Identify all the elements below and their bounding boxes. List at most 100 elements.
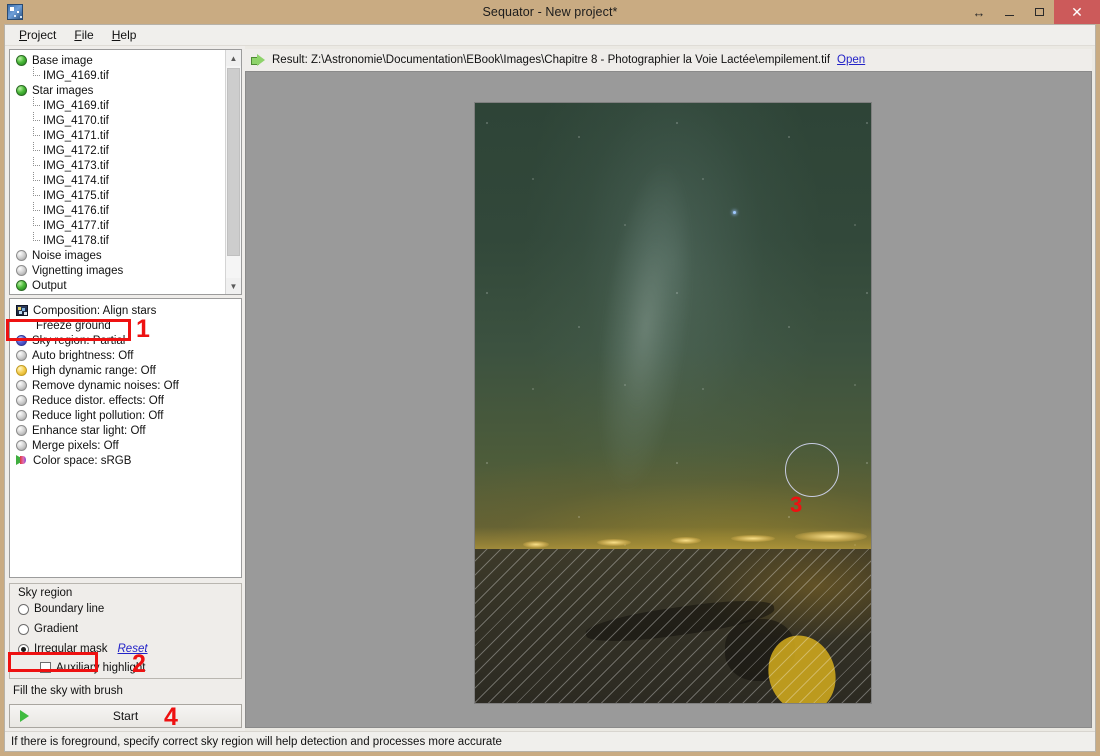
status-sphere-gray-icon: [16, 410, 27, 421]
menu-help[interactable]: Help: [104, 26, 145, 44]
city-light: [523, 541, 549, 548]
result-path-text: Result: Z:\Astronomie\Documentation\EBoo…: [272, 54, 831, 66]
option-reduce-distortion-effects[interactable]: Reduce distor. effects: Off: [10, 393, 241, 408]
status-sphere-gray-icon: [16, 265, 27, 276]
start-button[interactable]: Start: [9, 704, 242, 728]
tree-elbow-icon: [28, 142, 41, 158]
tree-elbow-icon: [28, 202, 41, 218]
annotation-number-4: 4: [164, 703, 178, 731]
option-merge-pixels[interactable]: Merge pixels: Off: [10, 438, 241, 453]
scroll-up-icon[interactable]: ▲: [226, 50, 241, 66]
menu-file[interactable]: File: [66, 26, 101, 44]
tree-node-star-images[interactable]: Star images: [10, 83, 225, 98]
option-auto-brightness[interactable]: Auto brightness: Off: [10, 348, 241, 363]
status-sphere-green-icon: [16, 55, 27, 66]
project-tree-panel: Base image IMG_4169.tif Star images IMG_…: [9, 49, 242, 295]
close-button[interactable]: ✕: [1054, 0, 1100, 24]
maximize-icon: [1034, 8, 1044, 16]
city-light: [795, 531, 867, 542]
resize-width-button[interactable]: ↔: [964, 0, 994, 24]
window-title: Sequator - New project*: [482, 5, 618, 19]
status-sphere-green-icon: [16, 280, 27, 291]
tree-item-star-2[interactable]: IMG_4171.tif: [10, 127, 225, 143]
option-enhance-star-light[interactable]: Enhance star light: Off: [10, 423, 241, 438]
status-sphere-gray-icon: [16, 350, 27, 361]
city-light: [731, 535, 775, 542]
annotation-number-1: 1: [136, 315, 150, 343]
tree-node-base-image[interactable]: Base image: [10, 53, 225, 68]
tree-item-star-4[interactable]: IMG_4173.tif: [10, 157, 225, 173]
arrow-right-icon: [251, 54, 265, 66]
status-sphere-green-icon: [16, 85, 27, 96]
application-window: Sequator - New project* ↔ ✕ Project File…: [0, 0, 1100, 756]
foreground-masked-region[interactable]: [475, 549, 871, 703]
option-remove-dynamic-noises[interactable]: Remove dynamic noises: Off: [10, 378, 241, 393]
radio-boundary-line[interactable]: Boundary line: [10, 599, 241, 619]
option-freeze-ground[interactable]: Freeze ground: [10, 318, 241, 333]
menu-bar: Project File Help: [5, 25, 1095, 46]
radio-irregular-mask[interactable]: Irregular mask Reset: [10, 639, 241, 659]
tree-item-base-img-4169[interactable]: IMG_4169.tif: [10, 67, 225, 83]
tree-elbow-icon: [28, 172, 41, 188]
color-space-icon: [16, 455, 28, 466]
client-area: Project File Help Base image IMG_4169.ti…: [4, 24, 1096, 752]
scrollbar-thumb[interactable]: [227, 68, 240, 256]
option-sky-region[interactable]: Sky region: Partial: [10, 333, 241, 348]
preview-photo[interactable]: [474, 102, 872, 704]
project-tree[interactable]: Base image IMG_4169.tif Star images IMG_…: [10, 50, 225, 294]
sky-region-group-title: Sky region: [18, 587, 73, 599]
open-link[interactable]: Open: [837, 54, 865, 66]
tree-elbow-icon: [28, 112, 41, 128]
play-icon: [20, 710, 29, 722]
menu-project[interactable]: Project: [11, 26, 64, 44]
brush-hint-text: Fill the sky with brush: [13, 685, 123, 697]
scrollbar-track[interactable]: [226, 66, 241, 278]
tree-item-star-8[interactable]: IMG_4177.tif: [10, 217, 225, 233]
right-panel: Result: Z:\Astronomie\Documentation\EBoo…: [245, 46, 1095, 731]
tree-node-noise-images[interactable]: Noise images: [10, 248, 225, 263]
tree-elbow-icon: [28, 127, 41, 143]
status-sphere-gray-icon: [16, 395, 27, 406]
tree-node-output[interactable]: Output: [10, 278, 225, 293]
status-sphere-gray-icon: [16, 380, 27, 391]
minimize-button[interactable]: [994, 0, 1024, 24]
image-canvas[interactable]: 3: [245, 71, 1092, 728]
maximize-button[interactable]: [1024, 0, 1054, 24]
tree-item-star-7[interactable]: IMG_4176.tif: [10, 202, 225, 218]
tree-item-star-9[interactable]: IMG_4178.tif: [10, 232, 225, 248]
tree-item-star-1[interactable]: IMG_4170.tif: [10, 112, 225, 128]
main-split: Base image IMG_4169.tif Star images IMG_…: [5, 46, 1095, 731]
city-light: [597, 539, 631, 546]
app-icon: [7, 4, 23, 20]
tree-elbow-icon: [28, 67, 41, 83]
tree-item-star-5[interactable]: IMG_4174.tif: [10, 172, 225, 188]
tree-elbow-icon: [28, 97, 41, 113]
radio-icon-selected: [18, 643, 29, 655]
sky-region-groupbox: Sky region Boundary line Gradient Irregu…: [9, 583, 242, 679]
brush-cursor-circle: [785, 443, 839, 497]
tree-item-star-3[interactable]: IMG_4172.tif: [10, 142, 225, 158]
option-high-dynamic-range[interactable]: High dynamic range: Off: [10, 363, 241, 378]
window-button-group: ↔ ✕: [964, 0, 1100, 24]
close-icon: ✕: [1071, 3, 1083, 20]
tree-item-star-0[interactable]: IMG_4169.tif: [10, 97, 225, 113]
radio-gradient[interactable]: Gradient: [10, 619, 241, 639]
left-panel: Base image IMG_4169.tif Star images IMG_…: [5, 46, 245, 731]
checkbox-auxiliary-highlight[interactable]: Auxiliary highlight: [10, 659, 241, 676]
status-bar: If there is foreground, specify correct …: [5, 731, 1095, 751]
tree-vertical-scrollbar[interactable]: ▲ ▼: [225, 50, 241, 294]
tree-item-star-6[interactable]: IMG_4175.tif: [10, 187, 225, 203]
tree-elbow-icon: [28, 232, 41, 248]
title-bar: Sequator - New project* ↔ ✕: [0, 0, 1100, 24]
minimize-icon: [1004, 14, 1014, 16]
tree-elbow-icon: [28, 217, 41, 233]
options-panel: Composition: Align stars Freeze ground S…: [9, 298, 242, 578]
status-sphere-blue-icon: [16, 335, 27, 346]
option-reduce-light-pollution[interactable]: Reduce light pollution: Off: [10, 408, 241, 423]
status-sphere-yellow-icon: [16, 365, 27, 376]
checkbox-icon: [40, 662, 51, 673]
tree-node-vignetting-images[interactable]: Vignetting images: [10, 263, 225, 278]
option-color-space[interactable]: Color space: sRGB: [10, 453, 241, 468]
option-composition[interactable]: Composition: Align stars: [10, 303, 241, 318]
scroll-down-icon[interactable]: ▼: [226, 278, 241, 294]
